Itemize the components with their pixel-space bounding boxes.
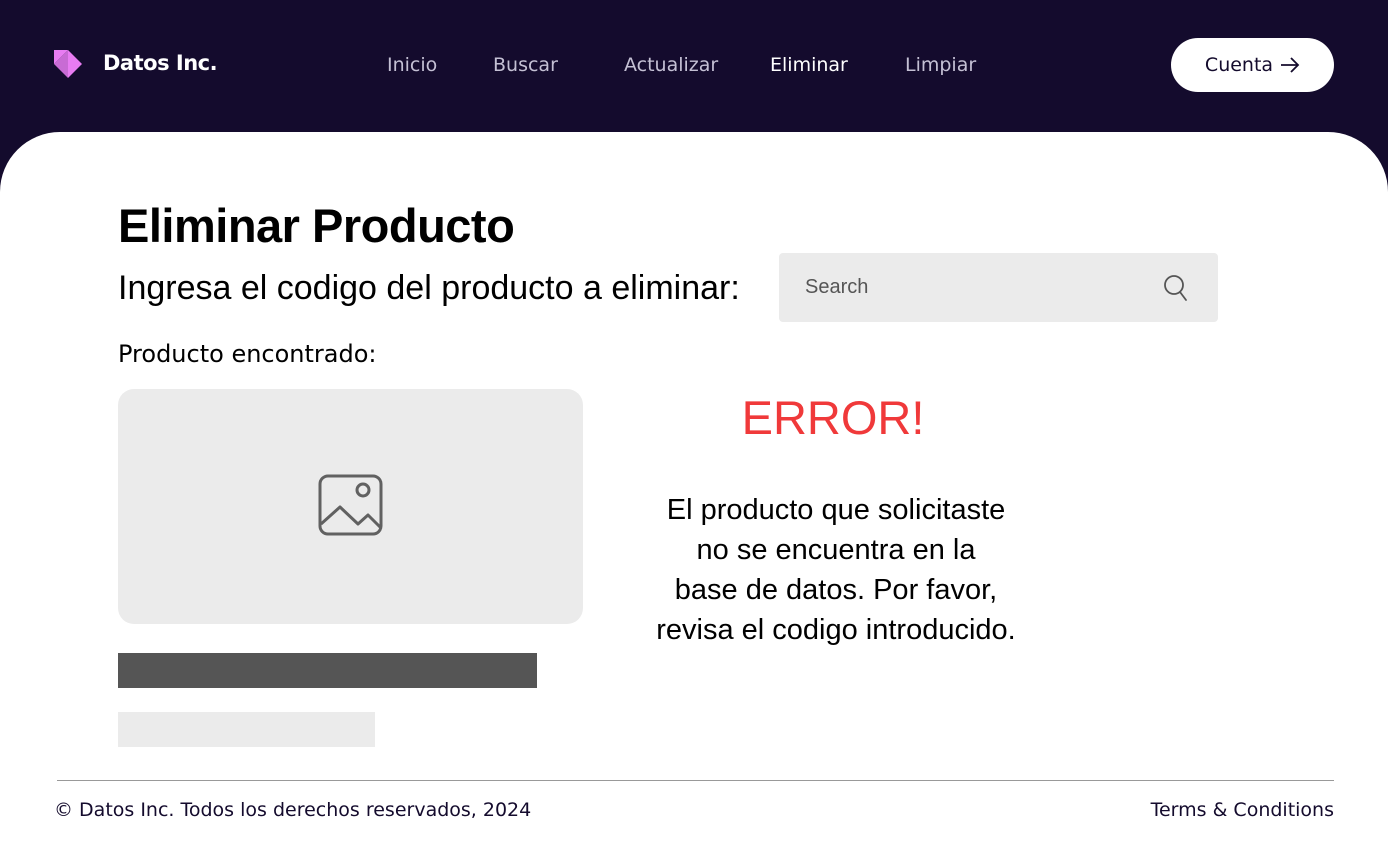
terms-link[interactable]: Terms & Conditions	[1151, 799, 1334, 821]
found-product-label: Producto encontrado:	[118, 340, 377, 368]
main-content: Eliminar Producto Ingresa el codigo del …	[0, 132, 1388, 866]
nav-item-limpiar[interactable]: Limpiar	[905, 54, 976, 76]
arrow-right-icon	[1281, 57, 1300, 73]
nav-item-eliminar[interactable]: Eliminar	[770, 54, 848, 76]
product-detail-placeholder-bar	[118, 712, 375, 747]
nav-item-buscar[interactable]: Buscar	[493, 54, 558, 76]
footer-copyright: © Datos Inc. Todos los derechos reservad…	[54, 799, 532, 821]
search-prompt: Ingresa el codigo del producto a elimina…	[118, 269, 740, 307]
error-message-line: base de datos. Por favor,	[674, 574, 998, 606]
image-icon	[318, 474, 383, 536]
footer-divider	[57, 780, 1334, 781]
error-title: ERROR!	[741, 391, 925, 444]
account-button-label: Cuenta	[1204, 54, 1274, 76]
top-header: Datos Inc. Inicio Buscar Actualizar Elim…	[0, 0, 1388, 132]
account-button[interactable]: Cuenta	[1171, 38, 1334, 92]
search-icon[interactable]	[1162, 273, 1190, 303]
brand-name[interactable]: Datos Inc.	[103, 51, 218, 75]
triangles-logo-icon[interactable]	[54, 50, 84, 78]
error-message-line: El producto que solicitaste	[666, 494, 1006, 526]
nav-item-actualizar[interactable]: Actualizar	[624, 54, 718, 76]
page-title: Eliminar Producto	[118, 199, 515, 252]
product-name-placeholder-bar	[118, 653, 537, 688]
error-message-line: revisa el codigo introducido.	[656, 614, 1016, 646]
error-message-line: no se encuentra en la	[696, 534, 976, 566]
search-box[interactable]	[779, 253, 1218, 322]
nav-item-inicio[interactable]: Inicio	[387, 54, 437, 76]
product-image-placeholder	[118, 389, 583, 624]
search-input[interactable]	[779, 253, 1149, 322]
error-message: El producto que solicitaste no se encuen…	[616, 490, 1056, 650]
